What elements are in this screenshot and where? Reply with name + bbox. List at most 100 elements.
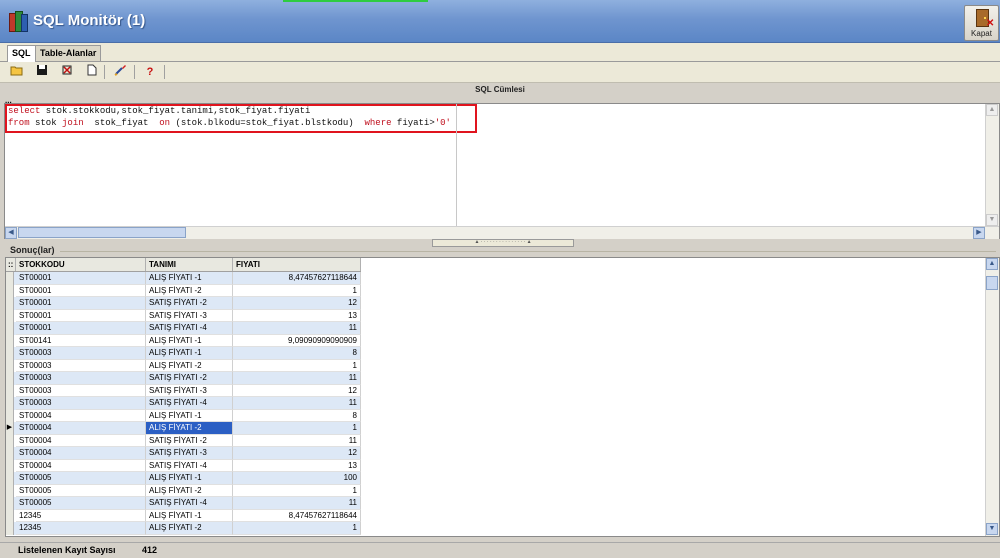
table-cell[interactable]: 8 (233, 409, 361, 422)
scroll-down-icon[interactable]: ▼ (986, 214, 998, 226)
splitter-handle[interactable]: ▲ · · · · · · · · · · · · · · · ▲ (432, 239, 574, 247)
row-indicator[interactable] (6, 384, 14, 397)
row-indicator[interactable] (6, 522, 14, 535)
table-cell[interactable]: ST00005 (16, 497, 146, 510)
execute-icon[interactable] (113, 64, 129, 80)
table-cell[interactable]: ST00004 (16, 459, 146, 472)
row-indicator[interactable] (6, 309, 14, 322)
table-row[interactable]: ST00141 ALIŞ FİYATI -1 9,09090909090909 (6, 334, 361, 347)
row-indicator[interactable] (6, 322, 14, 335)
save-icon[interactable] (34, 64, 50, 80)
table-cell[interactable]: SATIŞ FİYATI -3 (146, 384, 233, 397)
table-cell[interactable]: ST00003 (16, 347, 146, 360)
table-cell[interactable]: ST00001 (16, 272, 146, 285)
table-row[interactable]: ST00004 SATIŞ FİYATI -2 11 (6, 434, 361, 447)
table-cell[interactable]: ST00004 (16, 422, 146, 435)
row-indicator[interactable] (6, 334, 14, 347)
table-row[interactable]: ST00003 ALIŞ FİYATI -1 8 (6, 347, 361, 360)
row-indicator[interactable] (6, 359, 14, 372)
table-cell[interactable]: ALIŞ FİYATI -2 (146, 359, 233, 372)
table-cell[interactable]: ALIŞ FİYATI -2 (146, 284, 233, 297)
table-cell[interactable]: 8,47457627118644 (233, 272, 361, 285)
table-cell[interactable]: 8,47457627118644 (233, 509, 361, 522)
scroll-thumb[interactable] (18, 227, 186, 238)
table-cell[interactable]: ST00001 (16, 284, 146, 297)
table-cell[interactable]: 12 (233, 297, 361, 310)
row-indicator[interactable] (6, 372, 14, 385)
sql-editor[interactable]: select stok.stokkodu,stok_fiyat.tanimi,s… (4, 103, 1000, 239)
table-cell[interactable]: SATIŞ FİYATI -2 (146, 297, 233, 310)
table-row[interactable]: ▶ ST00004 ALIŞ FİYATI -2 1 (6, 422, 361, 435)
table-cell[interactable]: ST00004 (16, 434, 146, 447)
table-row[interactable]: ST00004 SATIŞ FİYATI -4 13 (6, 459, 361, 472)
table-cell[interactable]: 11 (233, 322, 361, 335)
grid-scroll-thumb[interactable] (986, 276, 998, 290)
tab-table-alanlar[interactable]: Table-Alanlar (35, 45, 102, 61)
row-indicator[interactable] (6, 434, 14, 447)
table-cell[interactable]: 1 (233, 422, 361, 435)
grid-scroll-up-icon[interactable]: ▲ (986, 258, 998, 270)
table-row[interactable]: ST00001 SATIŞ FİYATI -2 12 (6, 297, 361, 310)
table-row[interactable]: ST00005 ALIŞ FİYATI -1 100 (6, 472, 361, 485)
row-indicator[interactable] (6, 284, 14, 297)
table-cell[interactable]: 1 (233, 484, 361, 497)
table-cell[interactable]: SATIŞ FİYATI -4 (146, 397, 233, 410)
table-row[interactable]: ST00003 SATIŞ FİYATI -2 11 (6, 372, 361, 385)
table-cell[interactable]: ST00005 (16, 472, 146, 485)
table-row[interactable]: ST00003 SATIŞ FİYATI -3 12 (6, 384, 361, 397)
scroll-up-icon[interactable]: ▲ (986, 104, 998, 116)
table-cell[interactable]: ALIŞ FİYATI -1 (146, 409, 233, 422)
table-cell[interactable]: 1 (233, 359, 361, 372)
table-cell[interactable]: ALIŞ FİYATI -1 (146, 509, 233, 522)
table-cell[interactable]: 12345 (16, 509, 146, 522)
table-cell[interactable]: SATIŞ FİYATI -2 (146, 372, 233, 385)
row-indicator[interactable] (6, 509, 14, 522)
clear-icon[interactable] (59, 64, 75, 80)
table-cell[interactable]: SATIŞ FİYATI -4 (146, 497, 233, 510)
table-cell[interactable]: ALIŞ FİYATI -1 (146, 347, 233, 360)
table-cell[interactable]: 1 (233, 522, 361, 535)
table-row[interactable]: 12345 ALIŞ FİYATI -2 1 (6, 522, 361, 535)
grid-scroll-down-icon[interactable]: ▼ (986, 523, 998, 535)
tab-sql[interactable]: SQL (7, 45, 36, 62)
column-header-stokkodu[interactable]: STOKKODU (16, 258, 146, 271)
row-indicator[interactable] (6, 459, 14, 472)
column-header-tanimi[interactable]: TANIMI (146, 258, 233, 271)
table-cell[interactable]: 12 (233, 447, 361, 460)
table-cell[interactable]: 11 (233, 372, 361, 385)
table-cell[interactable]: ST00001 (16, 322, 146, 335)
table-cell[interactable]: ALIŞ FİYATI -1 (146, 334, 233, 347)
editor-horizontal-scrollbar[interactable]: ◀ ▶ (5, 226, 999, 239)
table-cell[interactable]: SATIŞ FİYATI -2 (146, 434, 233, 447)
close-button[interactable]: ✕ Kapat (964, 5, 999, 41)
table-row[interactable]: ST00001 ALIŞ FİYATI -2 1 (6, 284, 361, 297)
table-cell[interactable]: ST00141 (16, 334, 146, 347)
table-cell[interactable]: 12345 (16, 522, 146, 535)
table-cell[interactable]: ST00001 (16, 297, 146, 310)
table-cell[interactable]: 9,09090909090909 (233, 334, 361, 347)
table-cell[interactable]: ST00005 (16, 484, 146, 497)
editor-vertical-scrollbar[interactable]: ▲ ▼ (985, 104, 999, 226)
table-cell[interactable]: ALIŞ FİYATI -1 (146, 272, 233, 285)
table-cell[interactable]: ALIŞ FİYATI -2 (146, 484, 233, 497)
table-cell[interactable]: ST00004 (16, 409, 146, 422)
table-cell[interactable]: ST00003 (16, 372, 146, 385)
table-cell[interactable]: SATIŞ FİYATI -4 (146, 459, 233, 472)
table-cell[interactable]: SATIŞ FİYATI -4 (146, 322, 233, 335)
table-cell[interactable]: 11 (233, 434, 361, 447)
row-indicator[interactable] (6, 447, 14, 460)
table-row[interactable]: ST00004 ALIŞ FİYATI -1 8 (6, 409, 361, 422)
table-cell[interactable]: ALIŞ FİYATI -2 (146, 422, 233, 435)
row-indicator[interactable] (6, 347, 14, 360)
table-cell[interactable]: ST00004 (16, 447, 146, 460)
row-indicator[interactable] (6, 272, 14, 285)
table-row[interactable]: ST00003 ALIŞ FİYATI -2 1 (6, 359, 361, 372)
table-cell[interactable]: SATIŞ FİYATI -3 (146, 309, 233, 322)
table-cell[interactable]: SATIŞ FİYATI -3 (146, 447, 233, 460)
row-indicator[interactable] (6, 409, 14, 422)
column-header-fiyati[interactable]: FIYATI (233, 258, 361, 271)
table-row[interactable]: 12345 ALIŞ FİYATI -1 8,47457627118644 (6, 509, 361, 522)
row-pointer-icon[interactable]: ▶ (6, 422, 14, 435)
row-indicator[interactable] (6, 397, 14, 410)
table-row[interactable]: ST00001 SATIŞ FİYATI -4 11 (6, 322, 361, 335)
